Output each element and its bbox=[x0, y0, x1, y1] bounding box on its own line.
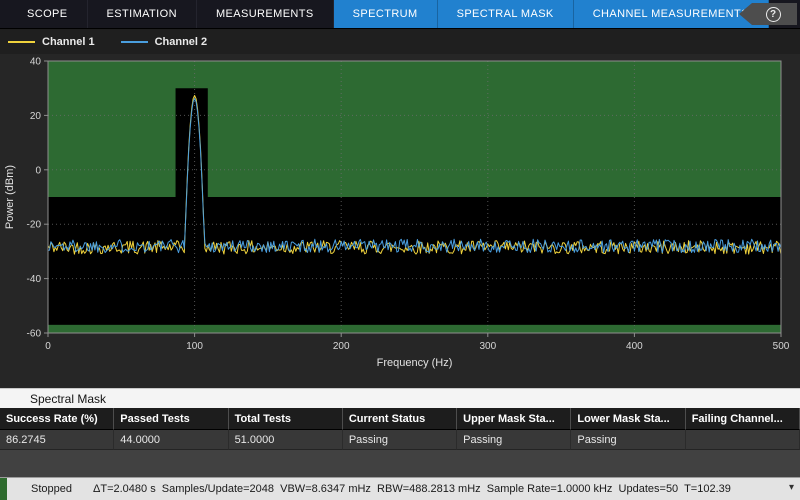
x-tick-label: 200 bbox=[333, 341, 350, 352]
mask-table-row: 86.2745 44.0000 51.0000 Passing Passing … bbox=[0, 430, 800, 450]
status-bar: Stopped ΔT=2.0480 s Samples/Update=2048 … bbox=[0, 477, 800, 500]
toolbar-tab-spectrum[interactable]: SPECTRUM bbox=[334, 0, 438, 28]
column-header-total-tests[interactable]: Total Tests bbox=[228, 408, 343, 430]
question-icon: ? bbox=[765, 6, 781, 22]
lower-mask-region bbox=[48, 324, 781, 333]
cell-total-tests: 51.0000 bbox=[228, 430, 343, 450]
status-stats: ΔT=2.0480 s Samples/Update=2048 VBW=8.63… bbox=[93, 483, 731, 495]
column-header-failing-channels[interactable]: Failing Channel... bbox=[685, 408, 800, 430]
plot-region: 0 100 200 300 400 500 40 20 0 -20 -40 -60 Frequency … bbox=[0, 54, 800, 388]
legend-label-channel-2: Channel 2 bbox=[154, 35, 208, 48]
toolbar-tab-scope[interactable]: SCOPE bbox=[8, 0, 88, 28]
y-tick-label: -20 bbox=[27, 220, 42, 231]
x-axis-label: Frequency (Hz) bbox=[377, 357, 453, 369]
y-tick-label: -60 bbox=[27, 329, 42, 340]
spectral-mask-panel-title: Spectral Mask bbox=[0, 388, 800, 408]
cell-success-rate: 86.2745 bbox=[0, 430, 115, 450]
y-tick-label: 40 bbox=[30, 57, 42, 68]
column-header-success-rate[interactable]: Success Rate (%) bbox=[0, 408, 115, 430]
status-state: Stopped bbox=[31, 483, 72, 495]
toolbar-tab-estimation[interactable]: ESTIMATION bbox=[88, 0, 197, 28]
legend-item-channel-1[interactable]: Channel 1 bbox=[8, 36, 95, 48]
x-tick-label: 300 bbox=[479, 341, 496, 352]
cell-passed-tests: 44.0000 bbox=[114, 430, 229, 450]
legend-item-channel-2[interactable]: Channel 2 bbox=[120, 35, 208, 48]
mask-table-header: Success Rate (%) Passed Tests Total Test… bbox=[0, 408, 800, 430]
run-state-indicator bbox=[0, 478, 7, 500]
upper-mask-region bbox=[48, 61, 781, 197]
y-tick-label: 20 bbox=[30, 111, 42, 122]
spectrum-plot: 0 100 200 300 400 50040200-20-40-60Frequency … bbox=[0, 54, 800, 388]
toolbar: SCOPE ESTIMATION MEASUREMENTS SPECTRUM S… bbox=[0, 0, 800, 28]
legend: Channel 1 Channel 2 bbox=[0, 28, 800, 54]
toolbar-tab-spectral-mask[interactable]: SPECTRAL MASK bbox=[438, 0, 574, 28]
x-tick-label: 0 bbox=[45, 341, 51, 352]
cell-current-status: Passing bbox=[342, 430, 458, 450]
x-tick-label: 100 bbox=[186, 341, 203, 352]
x-tick-label: 400 bbox=[626, 341, 643, 352]
y-axis-label: Power (dBm) bbox=[4, 165, 16, 229]
channel-1-line-swatch bbox=[8, 40, 35, 43]
toolbar-tab-measurements[interactable]: MEASUREMENTS bbox=[197, 0, 334, 28]
cell-failing-channels bbox=[685, 430, 800, 450]
channel-2-line-swatch bbox=[120, 40, 148, 43]
column-header-lower-mask-status[interactable]: Lower Mask Sta... bbox=[571, 408, 686, 430]
y-tick-label: 0 bbox=[35, 165, 41, 176]
cell-upper-mask-status: Passing bbox=[457, 430, 572, 450]
x-tick-label: 500 bbox=[773, 341, 790, 352]
chevron-down-icon[interactable]: ▾ bbox=[789, 482, 794, 493]
column-header-upper-mask-status[interactable]: Upper Mask Sta... bbox=[457, 408, 572, 430]
panel-empty-area bbox=[0, 450, 800, 477]
column-header-passed-tests[interactable]: Passed Tests bbox=[114, 408, 229, 430]
y-tick-label: -40 bbox=[27, 274, 42, 285]
contextual-tab-group: SPECTRUM SPECTRAL MASK CHANNEL MEASUREME… bbox=[333, 0, 769, 28]
column-header-current-status[interactable]: Current Status bbox=[342, 408, 458, 430]
cell-lower-mask-status: Passing bbox=[571, 430, 686, 450]
legend-label-channel-1: Channel 1 bbox=[42, 35, 95, 48]
